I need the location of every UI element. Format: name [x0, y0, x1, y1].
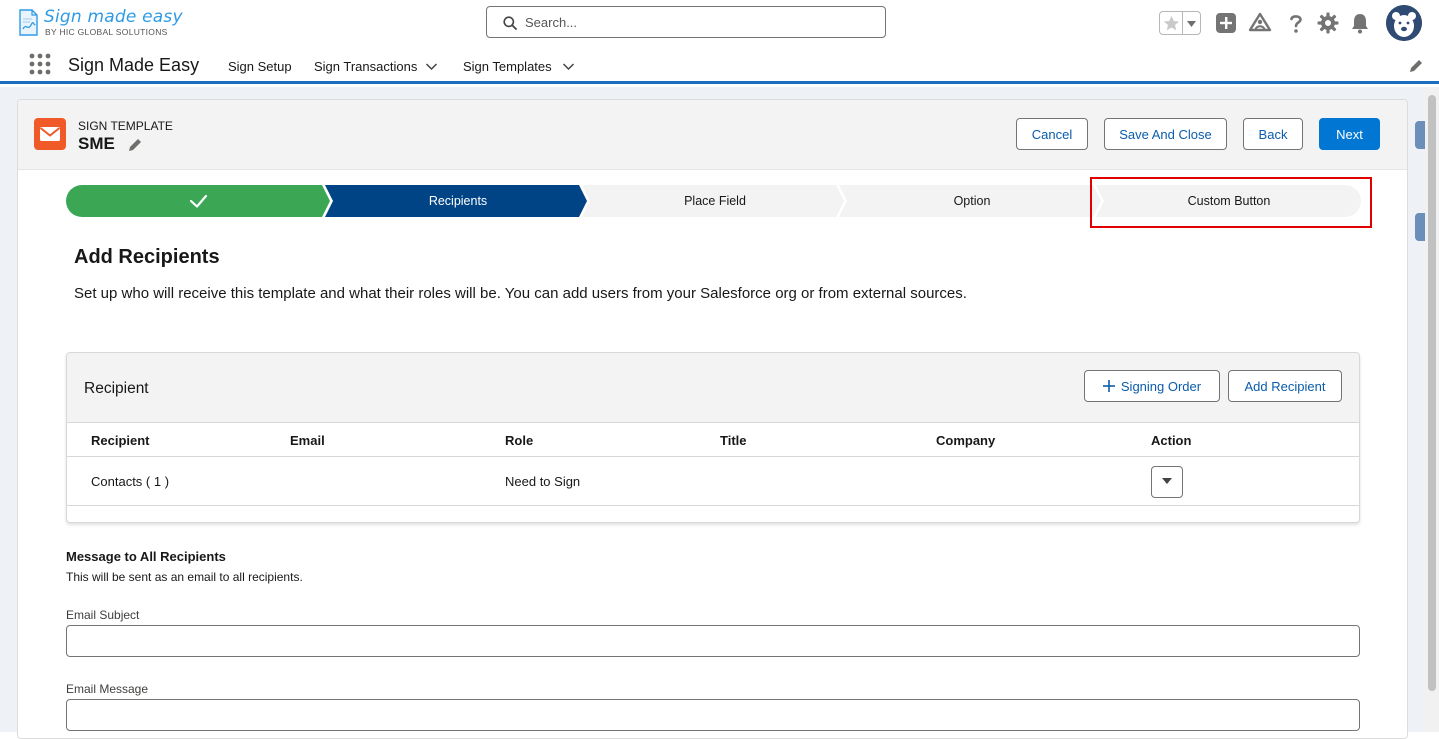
utility-tab-collapse[interactable] — [1415, 213, 1425, 241]
edit-nav-pencil-icon[interactable] — [1408, 58, 1424, 74]
cell-role: Need to Sign — [505, 474, 581, 489]
column-header-recipient: Recipient — [91, 433, 150, 448]
setup-gear-icon[interactable] — [1316, 11, 1340, 35]
custom-button-highlight-box — [1090, 177, 1372, 228]
help-icon[interactable] — [1284, 11, 1308, 35]
global-search[interactable] — [486, 6, 886, 38]
envelope-icon — [39, 127, 61, 141]
favorites-star-icon[interactable] — [1162, 14, 1181, 33]
page-header: SIGN TEMPLATE SME Cancel Save And Close … — [18, 100, 1407, 170]
path-label-place-field: Place Field — [684, 194, 746, 208]
sign-template-object-icon — [34, 118, 66, 150]
email-message-label: Email Message — [66, 682, 149, 696]
header-divider — [67, 456, 1359, 457]
edit-title-pencil-icon[interactable] — [127, 137, 143, 153]
add-recipient-button[interactable]: Add Recipient — [1228, 370, 1342, 402]
save-and-close-button[interactable]: Save And Close — [1104, 118, 1227, 150]
chevron-down-icon[interactable] — [562, 60, 575, 73]
recipients-card-header: Recipient Signing Order Add Recipient — [67, 353, 1359, 423]
signing-order-button[interactable]: Signing Order — [1084, 370, 1220, 402]
scrollbar-thumb[interactable] — [1428, 95, 1436, 691]
column-header-role: Role — [505, 433, 534, 448]
bear-avatar-icon — [1386, 5, 1422, 41]
global-add-icon[interactable] — [1214, 11, 1238, 35]
search-input[interactable] — [525, 11, 875, 33]
column-header-action: Action — [1151, 433, 1192, 448]
nav-item-sign-templates[interactable]: Sign Templates — [463, 59, 552, 74]
column-header-title: Title — [720, 433, 747, 448]
column-header-company: Company — [936, 433, 996, 448]
favorites-dropdown-icon[interactable] — [1186, 18, 1197, 29]
app-navigation-bar: Sign Made Easy Sign Setup Sign Transacti… — [0, 46, 1439, 84]
cancel-button[interactable]: Cancel — [1016, 118, 1088, 150]
page-scrollbar[interactable] — [1425, 87, 1439, 732]
utility-tab-top[interactable] — [1415, 121, 1425, 149]
row-action-menu-button[interactable] — [1151, 466, 1183, 498]
recipients-card-title: Recipient — [84, 380, 149, 397]
section-description: Set up who will receive this template an… — [74, 285, 967, 302]
logo-tagline: BY HIC GLOBAL SOLUTIONS — [45, 27, 168, 37]
favorites-group — [1159, 11, 1201, 35]
favorites-divider — [1182, 12, 1183, 34]
next-button[interactable]: Next — [1319, 118, 1380, 150]
chevron-down-icon[interactable] — [425, 60, 438, 73]
path-step-complete[interactable] — [66, 185, 330, 217]
sign-template-card: SIGN TEMPLATE SME Cancel Save And Close … — [17, 99, 1408, 739]
app-launcher-icon[interactable] — [29, 53, 51, 75]
app-name: Sign Made Easy — [68, 55, 200, 75]
user-avatar[interactable] — [1386, 5, 1422, 41]
email-subject-input[interactable] — [66, 625, 1360, 657]
nav-item-sign-transactions[interactable]: Sign Transactions — [314, 59, 417, 74]
path-label-option: Option — [953, 194, 991, 208]
message-section-title: Message to All Recipients — [66, 549, 226, 564]
object-type-label: SIGN TEMPLATE — [78, 119, 173, 133]
row-divider — [67, 505, 1359, 506]
trailhead-icon[interactable] — [1248, 11, 1272, 35]
signing-order-label: Signing Order — [1120, 378, 1202, 394]
app-logo[interactable]: Sign made easy BY HIC GLOBAL SOLUTIONS — [18, 7, 208, 39]
workspace: SIGN TEMPLATE SME Cancel Save And Close … — [0, 87, 1439, 739]
cell-recipient: Contacts ( 1 ) — [91, 474, 170, 489]
column-header-email: Email — [290, 433, 325, 448]
notifications-bell-icon[interactable] — [1348, 11, 1372, 35]
recipients-card: Recipient Signing Order Add Recipient Re… — [66, 352, 1360, 523]
message-section-description: This will be sent as an email to all rec… — [66, 570, 303, 584]
add-icon — [1102, 379, 1115, 392]
section-title: Add Recipients — [74, 246, 220, 268]
back-button[interactable]: Back — [1243, 118, 1303, 150]
email-message-input[interactable] — [66, 699, 1360, 731]
search-icon — [503, 16, 517, 30]
path-label-recipients: Recipients — [428, 194, 488, 208]
nav-item-sign-setup[interactable]: Sign Setup — [228, 59, 292, 74]
email-subject-label: Email Subject — [66, 608, 140, 622]
document-logo-icon — [19, 9, 38, 36]
record-title: SME — [78, 134, 115, 153]
logo-brand-text: Sign made easy — [44, 7, 183, 27]
caret-down-icon — [1162, 477, 1172, 484]
global-header: Sign made easy BY HIC GLOBAL SOLUTIONS — [0, 0, 1439, 46]
